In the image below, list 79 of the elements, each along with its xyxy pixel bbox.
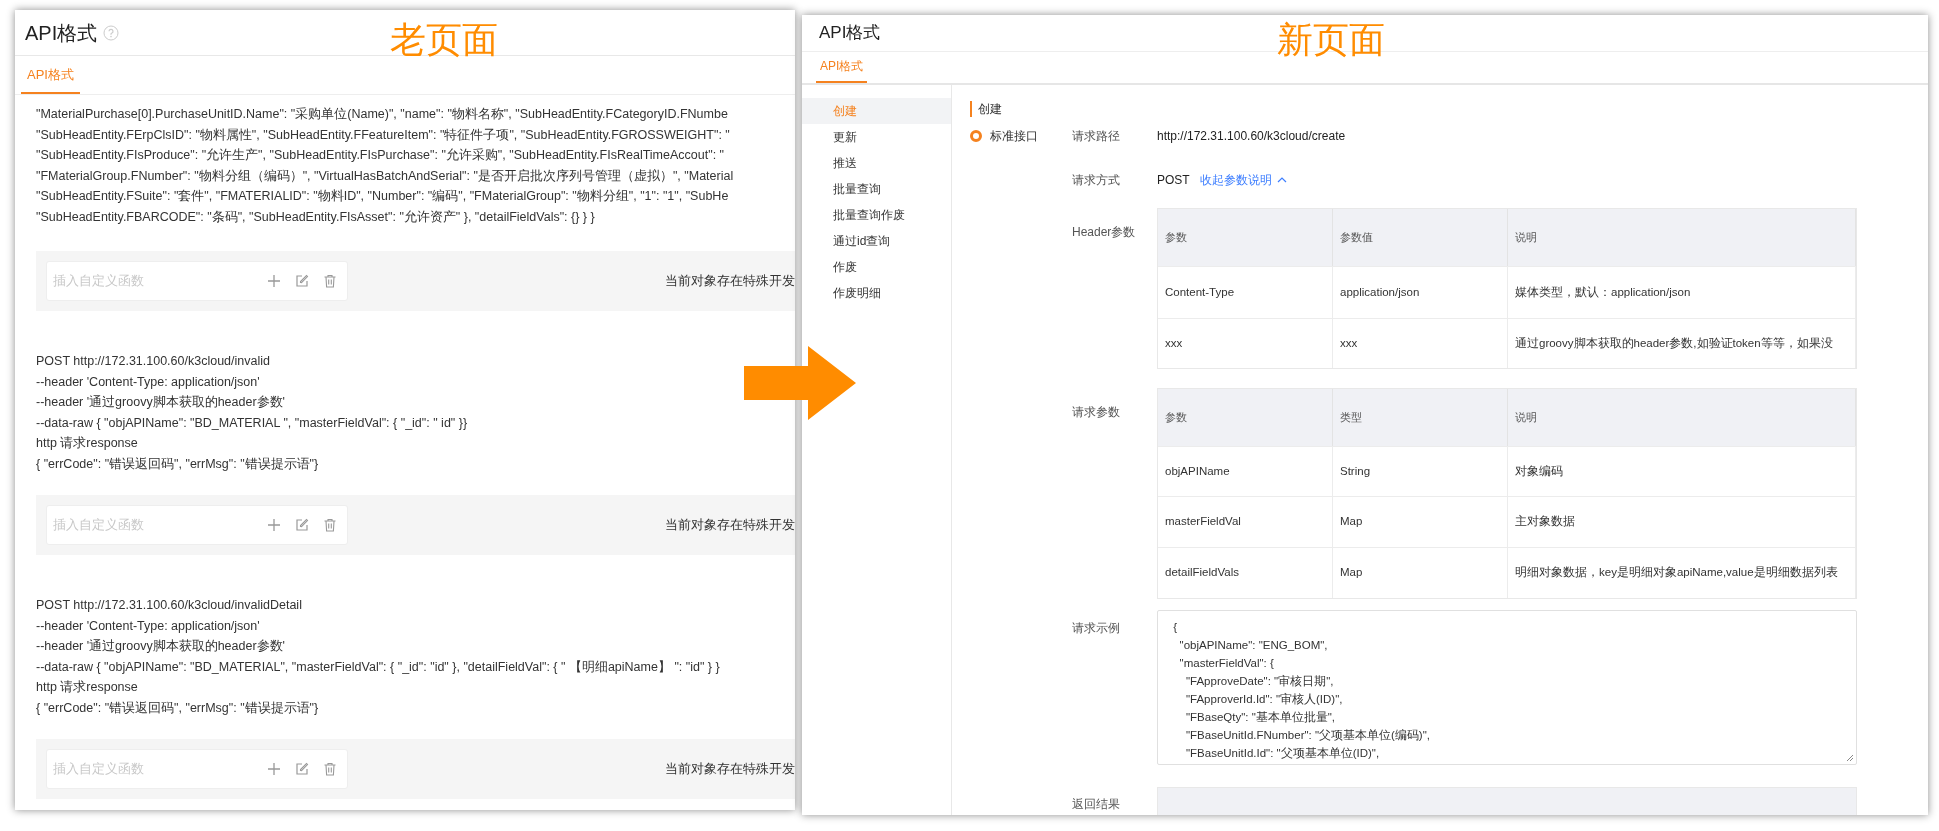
sidebar-item[interactable]: 批量查询 — [802, 176, 951, 202]
table-cell: 明细对象数据，key是明细对象apiName,value是明细数据列表 — [1508, 548, 1856, 598]
resize-handle-icon — [1846, 754, 1854, 762]
table-cell: masterFieldVal — [1158, 497, 1333, 547]
sidebar-item[interactable]: 批量查询作废 — [802, 202, 951, 228]
code-line: "SubHeadEntity.FSuite": "套件", "FMATERIALID": "物料ID", "Number": "编码", "FMaterialGroup": "物料分组", "1": "1", "SubHe — [36, 188, 730, 205]
field-label: Header参数 — [1072, 224, 1137, 241]
collapse-link[interactable]: 收起参数说明 — [1199, 171, 1287, 189]
edit-icon — [295, 518, 309, 532]
section-title: 创建 — [970, 101, 1857, 117]
field-label: 请求路径 — [1072, 128, 1121, 145]
radio-option[interactable]: 标准接口 — [970, 124, 1072, 148]
table-cell: Content-Type — [1158, 267, 1333, 318]
trash-icon — [323, 274, 337, 288]
field-label: 请求参数 — [1072, 404, 1121, 421]
code-line: "SubHeadEntity.FBARCODE": "条码", "SubHeadEntity.FIsAsset": "允许资产" }, "detailFieldVals": {} } } — [36, 208, 596, 226]
radio-label: 标准接口 — [990, 128, 1038, 145]
request-path-value: http://172.31.100.60/k3cloud/create — [1157, 128, 1346, 145]
table-cell: 通过groovy脚本获取的header参数,如验证token等等，如果没 — [1508, 319, 1856, 368]
code-line: "MaterialPurchase[0].PurchaseUnitID.Name": "采购单位(Name)", "name": "物料名称", "SubHeadEntity.FCategoryID.FNumbe — [36, 106, 729, 123]
field-label: 请求方式 — [1072, 172, 1121, 189]
column-header: 参数 — [1158, 389, 1333, 446]
code-line: http 请求response — [36, 435, 139, 452]
trash-icon — [323, 518, 337, 532]
note-text: 当前对象存在特殊开发 — [664, 272, 795, 291]
table-cell: objAPIName — [1158, 447, 1333, 496]
code-line: --data-raw { "objAPIName": "BD_MATERIAL", "masterFieldVal": { "_id": "id" }, "detailFieldVal": { " 【明细apiName】 ": "id" } } — [36, 658, 721, 676]
code-line: POST http://172.31.100.60/k3cloud/invalid — [36, 353, 271, 370]
chevron-up-icon — [1276, 177, 1287, 183]
caption-label: 老页面 — [390, 18, 498, 62]
code-line: "SubHeadEntity.FIsProduce": "允许生产", "SubHeadEntity.FIsPurchase": "允许采购", "SubHeadEntity.FIsRealTimeAccout": " — [36, 147, 725, 164]
table-cell: 媒体类型，默认：application/json — [1508, 267, 1856, 318]
edit-icon — [295, 274, 309, 288]
caption-label: 新页面 — [1277, 18, 1385, 62]
code-line: --header 'Content-Type: application/json' — [36, 373, 261, 391]
note-text: 当前对象存在特殊开发 — [664, 516, 795, 535]
page-title: API格式 — [25, 20, 98, 46]
table-cell: 主对象数据 — [1508, 497, 1856, 547]
table-cell: xxx — [1158, 319, 1333, 368]
code-line: http 请求response — [36, 679, 139, 696]
plus-icon — [267, 274, 281, 288]
column-header: 说明 — [1508, 389, 1856, 446]
code-line: { "errCode": "错误返回码", "errMsg": "错误提示语"} — [36, 699, 320, 717]
column-header: 类型 — [1333, 389, 1508, 446]
plus-icon — [267, 762, 281, 776]
edit-icon — [295, 762, 309, 776]
column-header: 参数 — [1158, 209, 1333, 266]
table-cell: Map — [1333, 497, 1508, 547]
code-line: POST http://172.31.100.60/k3cloud/invalidDetail — [36, 597, 303, 614]
trash-icon — [323, 762, 337, 776]
field-label: 返回结果 — [1072, 796, 1121, 813]
plus-icon — [267, 518, 281, 532]
code-line: "FMaterialGroup.FNumber": "物料分组（编码）", "VirtualHasBatchAndSerial": "是否开启批次序列号管理（虚拟）", "Material — [36, 167, 735, 185]
sidebar-item[interactable]: 更新 — [802, 124, 951, 150]
sidebar-item[interactable]: 作废明细 — [802, 280, 951, 306]
code-line: --header '通过groovy脚本获取的header参数' — [36, 394, 286, 411]
table-cell: Map — [1333, 548, 1508, 598]
code-line: { "errCode": "错误返回码", "errMsg": "错误提示语"} — [36, 455, 320, 473]
field-label: 请求示例 — [1072, 620, 1121, 637]
code-text: { "objAPIName": "ENG_BOM", "masterFieldVal": { "FApproveDate": "审核日期", "FApproverId.Id": "审核人(ID)", "FBaseQty": "基本单位批量", "FBaseUnitId.FNumber": "父项基本单位(编码)", "FBaseUnitId.Id": "父项基本单位(ID)", — [1172, 620, 1430, 761]
request-example-field[interactable]: { "objAPIName": "ENG_BOM", "masterFieldVal": { "FApproveDate": "审核日期", "FApproverId.Id": "审核人(ID)", "FBaseQty": "基本单位批量", "FBaseUnitId.FNumber": "父项基本单位(编码)", "FBaseUnitId.Id": "父项基本单位(ID)", — [1157, 610, 1857, 765]
code-line: "SubHeadEntity.FErpClsID": "物料属性", "SubHeadEntity.FFeatureItem": "特征件子项", "SubHeadEntity.FGROSSWEIGHT": " — [36, 126, 731, 144]
sidebar-item[interactable]: 作废 — [802, 254, 951, 280]
column-header: 参数值 — [1333, 209, 1508, 266]
page-title: API格式 — [819, 22, 881, 45]
note-text: 当前对象存在特殊开发 — [664, 760, 795, 779]
table-cell: 对象编码 — [1508, 447, 1856, 496]
code-line: --data-raw { "objAPIName": "BD_MATERIAL ", "masterFieldVal": { "_id": " id" }} — [36, 414, 469, 432]
sidebar-item[interactable]: 通过id查询 — [802, 228, 951, 254]
help-icon — [103, 24, 120, 41]
request-method-value: POST — [1157, 172, 1190, 189]
code-line: --header 'Content-Type: application/json' — [36, 617, 261, 635]
code-line: --header '通过groovy脚本获取的header参数' — [36, 638, 286, 655]
table-cell: detailFieldVals — [1158, 548, 1333, 598]
table-cell: String — [1333, 447, 1508, 496]
column-header: 说明 — [1508, 209, 1856, 266]
sidebar-item[interactable]: 推送 — [802, 150, 951, 176]
table-cell: xxx — [1333, 319, 1508, 368]
table-cell: application/json — [1333, 267, 1508, 318]
